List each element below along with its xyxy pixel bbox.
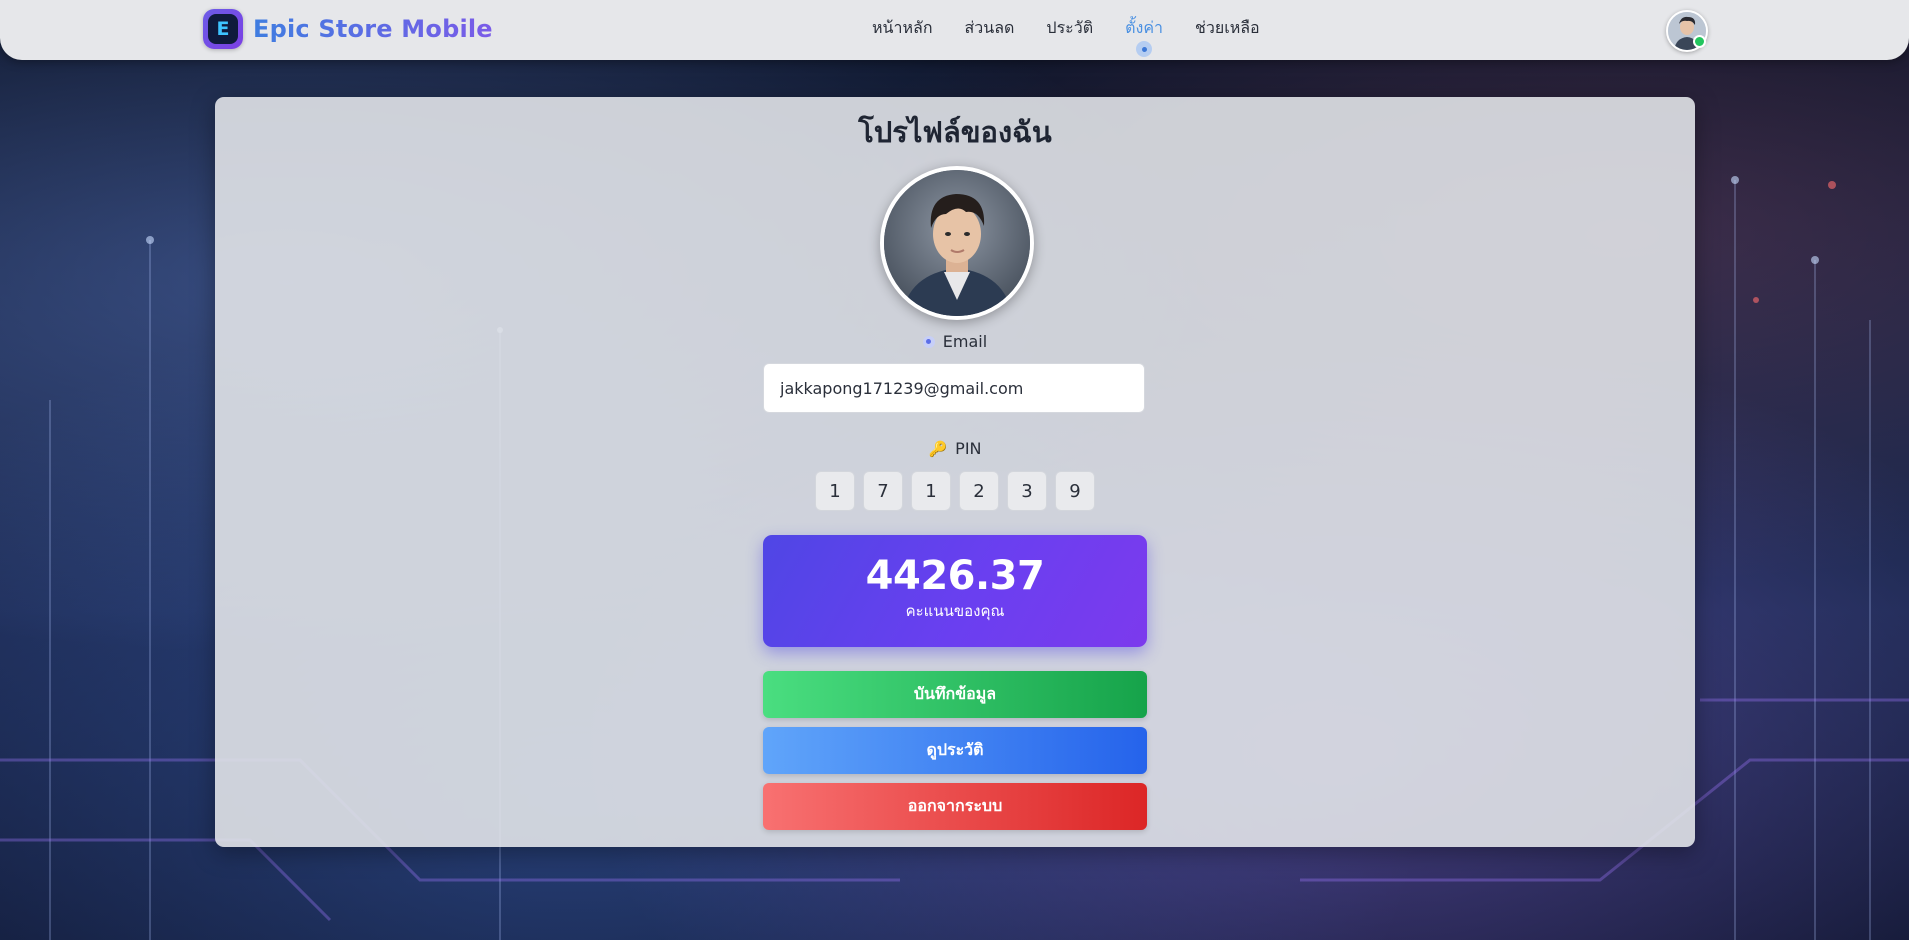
active-indicator-icon xyxy=(1136,41,1153,57)
nav-link-help[interactable]: ช่วยเหลือ xyxy=(1195,16,1260,41)
pin-digit-4[interactable]: 2 xyxy=(959,471,999,511)
email-label-text: Email xyxy=(942,332,988,351)
profile-photo[interactable] xyxy=(880,166,1034,320)
view-history-button[interactable]: ดูประวัติ xyxy=(763,727,1147,774)
pin-digit-1[interactable]: 1 xyxy=(815,471,855,511)
email-field[interactable] xyxy=(763,363,1145,413)
points-card: 4426.37 คะแนนของคุณ xyxy=(763,535,1147,647)
logo-letter: E xyxy=(208,14,238,44)
nav-link-discount[interactable]: ส่วนลด xyxy=(965,16,1015,41)
email-dot-icon xyxy=(922,335,935,348)
nav-link-history[interactable]: ประวัติ xyxy=(1046,16,1093,41)
nav-links: หน้าหลัก ส่วนลด ประวัติ ตั้งค่า ช่วยเหลื… xyxy=(872,16,1260,57)
online-status-icon xyxy=(1693,35,1706,48)
points-value: 4426.37 xyxy=(865,553,1045,599)
profile-card: โปรไฟล์ของฉัน Email 🔑 PIN xyxy=(215,97,1695,847)
store-logo-icon[interactable]: E xyxy=(203,9,243,49)
pin-digit-2[interactable]: 7 xyxy=(863,471,903,511)
save-button[interactable]: บันทึกข้อมูล xyxy=(763,671,1147,718)
pin-digit-6[interactable]: 9 xyxy=(1055,471,1095,511)
page-title: โปรไฟล์ของฉัน xyxy=(858,115,1052,149)
email-label: Email xyxy=(215,332,1695,351)
brand-title[interactable]: Epic Store Mobile xyxy=(253,15,493,43)
top-navbar: E Epic Store Mobile หน้าหลัก ส่วนลด ประว… xyxy=(0,0,1909,60)
nav-link-settings-label: ตั้งค่า xyxy=(1125,18,1164,37)
pin-row: 1 7 1 2 3 9 xyxy=(215,471,1695,511)
brand[interactable]: E Epic Store Mobile xyxy=(203,9,493,49)
pin-digit-3[interactable]: 1 xyxy=(911,471,951,511)
pin-digit-5[interactable]: 3 xyxy=(1007,471,1047,511)
pin-label-text: PIN xyxy=(955,439,982,458)
nav-link-home[interactable]: หน้าหลัก xyxy=(872,16,933,41)
logout-button[interactable]: ออกจากระบบ xyxy=(763,783,1147,830)
key-icon: 🔑 xyxy=(928,439,948,458)
pin-label: 🔑 PIN xyxy=(215,439,1695,458)
nav-link-settings[interactable]: ตั้งค่า xyxy=(1125,16,1164,57)
points-label: คะแนนของคุณ xyxy=(905,602,1005,620)
